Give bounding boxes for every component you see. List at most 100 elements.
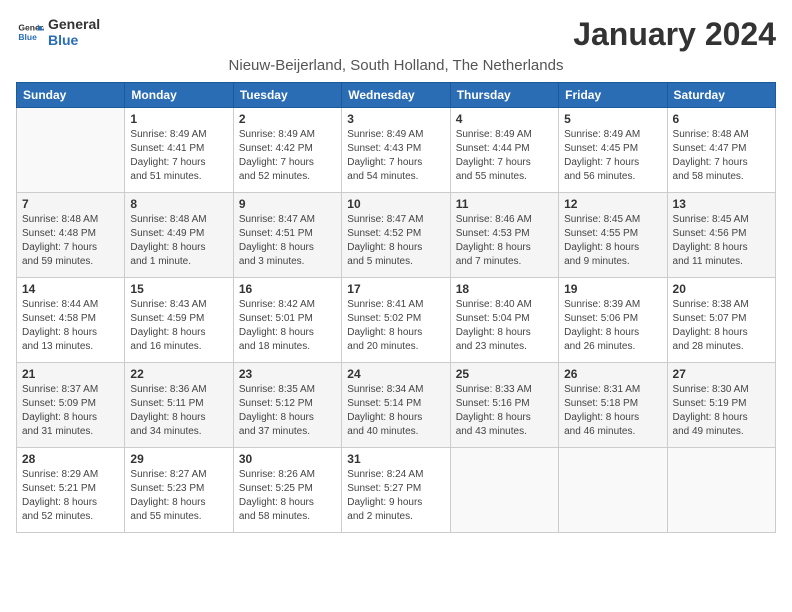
day-number: 12 [564, 197, 661, 211]
header: General Blue General Blue January 2024 [16, 16, 776, 53]
week-row-3: 14Sunrise: 8:44 AM Sunset: 4:58 PM Dayli… [17, 278, 776, 363]
day-info: Sunrise: 8:38 AM Sunset: 5:07 PM Dayligh… [673, 298, 770, 354]
day-cell: 13 Sunrise: 8:45 AM Sunset: 4:56 PM Dayli… [667, 193, 775, 278]
day-info: Sunrise: 8:24 AM Sunset: 5:27 PM Dayligh… [347, 468, 444, 524]
calendar-table: SundayMondayTuesdayWednesdayThursdayFrid… [16, 82, 776, 533]
day-info: Sunrise: 8:29 AM Sunset: 5:21 PM Dayligh… [22, 468, 119, 524]
day-cell: 20 Sunrise: 8:38 AM Sunset: 5:07 PM Dayli… [667, 278, 775, 363]
day-number: 17 [347, 282, 444, 296]
day-info: Sunrise: 8:49 AM Sunset: 4:42 PM Dayligh… [239, 128, 336, 184]
day-cell: 9 Sunrise: 8:47 AM Sunset: 4:51 PM Daylig… [233, 193, 341, 278]
day-info: Sunrise: 8:41 AM Sunset: 5:02 PM Dayligh… [347, 298, 444, 354]
day-number: 13 [673, 197, 770, 211]
day-cell: 21 Sunrise: 8:37 AM Sunset: 5:09 PM Dayli… [17, 363, 125, 448]
day-info: Sunrise: 8:30 AM Sunset: 5:19 PM Dayligh… [673, 383, 770, 439]
day-number: 8 [130, 197, 227, 211]
day-info: Sunrise: 8:39 AM Sunset: 5:06 PM Dayligh… [564, 298, 661, 354]
day-number: 15 [130, 282, 227, 296]
day-cell: 7 Sunrise: 8:48 AM Sunset: 4:48 PM Daylig… [17, 193, 125, 278]
day-info: Sunrise: 8:47 AM Sunset: 4:51 PM Dayligh… [239, 213, 336, 269]
day-number: 2 [239, 112, 336, 126]
day-cell: 22 Sunrise: 8:36 AM Sunset: 5:11 PM Dayli… [125, 363, 233, 448]
logo: General Blue General Blue [16, 16, 100, 48]
header-cell-thursday: Thursday [450, 83, 558, 108]
week-row-4: 21 Sunrise: 8:37 AM Sunset: 5:09 PM Dayli… [17, 363, 776, 448]
day-cell: 12 Sunrise: 8:45 AM Sunset: 4:55 PM Dayli… [559, 193, 667, 278]
day-info: Sunrise: 8:27 AM Sunset: 5:23 PM Dayligh… [130, 468, 227, 524]
day-info: Sunrise: 8:49 AM Sunset: 4:45 PM Dayligh… [564, 128, 661, 184]
month-title: January 2024 [573, 16, 776, 53]
day-number: 30 [239, 452, 336, 466]
header-cell-wednesday: Wednesday [342, 83, 450, 108]
day-info: Sunrise: 8:35 AM Sunset: 5:12 PM Dayligh… [239, 383, 336, 439]
day-cell [559, 448, 667, 533]
day-number: 22 [130, 367, 227, 381]
day-cell: 5 Sunrise: 8:49 AM Sunset: 4:45 PM Daylig… [559, 108, 667, 193]
header-cell-sunday: Sunday [17, 83, 125, 108]
day-cell [667, 448, 775, 533]
day-number: 28 [22, 452, 119, 466]
day-number: 16 [239, 282, 336, 296]
day-cell: 18 Sunrise: 8:40 AM Sunset: 5:04 PM Dayli… [450, 278, 558, 363]
day-cell: 2 Sunrise: 8:49 AM Sunset: 4:42 PM Daylig… [233, 108, 341, 193]
day-info: Sunrise: 8:49 AM Sunset: 4:44 PM Dayligh… [456, 128, 553, 184]
day-info: Sunrise: 8:48 AM Sunset: 4:49 PM Dayligh… [130, 213, 227, 269]
day-number: 29 [130, 452, 227, 466]
day-info: Sunrise: 8:45 AM Sunset: 4:55 PM Dayligh… [564, 213, 661, 269]
day-info: Sunrise: 8:48 AM Sunset: 4:48 PM Dayligh… [22, 213, 119, 269]
header-cell-monday: Monday [125, 83, 233, 108]
day-number: 7 [22, 197, 119, 211]
day-info: Sunrise: 8:44 AM Sunset: 4:58 PM Dayligh… [22, 298, 119, 354]
day-cell: 24Sunrise: 8:34 AM Sunset: 5:14 PM Dayli… [342, 363, 450, 448]
day-cell: 3 Sunrise: 8:49 AM Sunset: 4:43 PM Daylig… [342, 108, 450, 193]
day-number: 20 [673, 282, 770, 296]
day-number: 9 [239, 197, 336, 211]
day-cell: 8 Sunrise: 8:48 AM Sunset: 4:49 PM Daylig… [125, 193, 233, 278]
day-number: 23 [239, 367, 336, 381]
week-row-5: 28 Sunrise: 8:29 AM Sunset: 5:21 PM Dayli… [17, 448, 776, 533]
day-number: 19 [564, 282, 661, 296]
day-info: Sunrise: 8:42 AM Sunset: 5:01 PM Dayligh… [239, 298, 336, 354]
logo-line2: Blue [48, 32, 100, 48]
header-row: SundayMondayTuesdayWednesdayThursdayFrid… [17, 83, 776, 108]
day-number: 11 [456, 197, 553, 211]
day-info: Sunrise: 8:26 AM Sunset: 5:25 PM Dayligh… [239, 468, 336, 524]
day-number: 21 [22, 367, 119, 381]
svg-text:Blue: Blue [18, 32, 37, 42]
logo-line1: General [48, 16, 100, 32]
day-info: Sunrise: 8:33 AM Sunset: 5:16 PM Dayligh… [456, 383, 553, 439]
day-info: Sunrise: 8:45 AM Sunset: 4:56 PM Dayligh… [673, 213, 770, 269]
day-cell: 1Sunrise: 8:49 AM Sunset: 4:41 PM Daylig… [125, 108, 233, 193]
day-info: Sunrise: 8:48 AM Sunset: 4:47 PM Dayligh… [673, 128, 770, 184]
day-info: Sunrise: 8:46 AM Sunset: 4:53 PM Dayligh… [456, 213, 553, 269]
subtitle: Nieuw-Beijerland, South Holland, The Net… [16, 57, 776, 74]
day-number: 24 [347, 367, 444, 381]
day-cell: 10Sunrise: 8:47 AM Sunset: 4:52 PM Dayli… [342, 193, 450, 278]
day-cell: 27Sunrise: 8:30 AM Sunset: 5:19 PM Dayli… [667, 363, 775, 448]
day-cell: 28 Sunrise: 8:29 AM Sunset: 5:21 PM Dayli… [17, 448, 125, 533]
day-info: Sunrise: 8:31 AM Sunset: 5:18 PM Dayligh… [564, 383, 661, 439]
logo-icon: General Blue [16, 18, 44, 46]
day-cell: 16 Sunrise: 8:42 AM Sunset: 5:01 PM Dayli… [233, 278, 341, 363]
day-number: 18 [456, 282, 553, 296]
day-info: Sunrise: 8:37 AM Sunset: 5:09 PM Dayligh… [22, 383, 119, 439]
day-cell [17, 108, 125, 193]
day-cell: 4Sunrise: 8:49 AM Sunset: 4:44 PM Daylig… [450, 108, 558, 193]
day-info: Sunrise: 8:49 AM Sunset: 4:43 PM Dayligh… [347, 128, 444, 184]
header-cell-friday: Friday [559, 83, 667, 108]
day-info: Sunrise: 8:40 AM Sunset: 5:04 PM Dayligh… [456, 298, 553, 354]
day-number: 10 [347, 197, 444, 211]
day-cell: 6 Sunrise: 8:48 AM Sunset: 4:47 PM Daylig… [667, 108, 775, 193]
day-cell: 30 Sunrise: 8:26 AM Sunset: 5:25 PM Dayli… [233, 448, 341, 533]
day-cell: 25Sunrise: 8:33 AM Sunset: 5:16 PM Dayli… [450, 363, 558, 448]
day-number: 5 [564, 112, 661, 126]
day-cell: 15 Sunrise: 8:43 AM Sunset: 4:59 PM Dayli… [125, 278, 233, 363]
header-cell-saturday: Saturday [667, 83, 775, 108]
day-cell [450, 448, 558, 533]
day-number: 1 [130, 112, 227, 126]
day-info: Sunrise: 8:43 AM Sunset: 4:59 PM Dayligh… [130, 298, 227, 354]
day-number: 6 [673, 112, 770, 126]
day-info: Sunrise: 8:36 AM Sunset: 5:11 PM Dayligh… [130, 383, 227, 439]
day-number: 3 [347, 112, 444, 126]
day-number: 26 [564, 367, 661, 381]
